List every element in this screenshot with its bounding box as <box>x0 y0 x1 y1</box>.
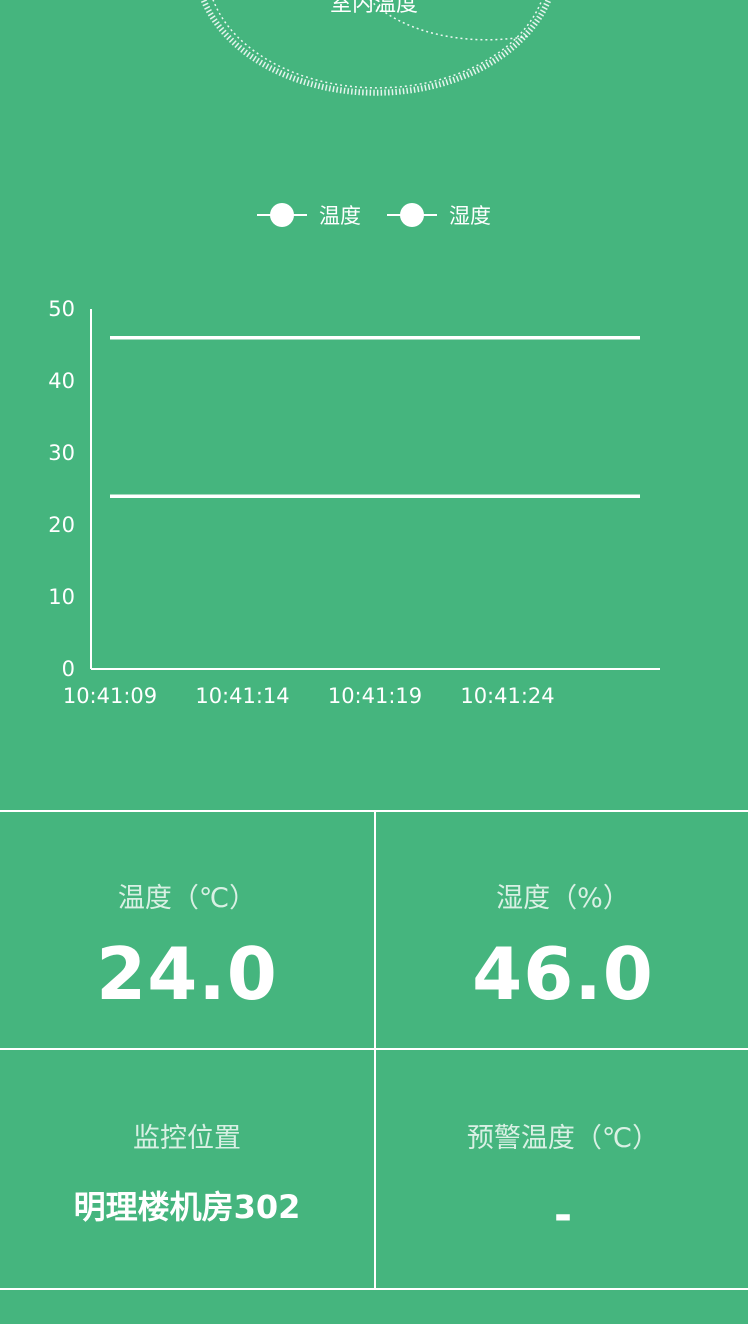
location-label: 监控位置 <box>133 1123 241 1154</box>
warning-temperature-label: 预警温度（℃） <box>466 1123 660 1154</box>
y-tick-label: 10 <box>48 585 75 609</box>
y-tick-label: 20 <box>48 513 75 537</box>
warning-panel: 预警温度（℃） - <box>376 1050 748 1288</box>
stats-grid: 温度（℃） 24.0 湿度（%） 46.0 监控位置 明理楼机房302 预警温度… <box>0 810 748 1290</box>
x-tick-label: 10:41:09 <box>63 684 157 708</box>
humidity-panel: 湿度（%） 46.0 <box>376 810 748 1048</box>
legend-label: 温度 <box>319 204 361 228</box>
monitor-page: 室内温度 温度 湿度 0 10 20 30 40 50 10:41:09 10:41:14 10… <box>0 0 748 1324</box>
y-tick-label: 50 <box>48 297 75 321</box>
warning-temperature-value: - <box>553 1190 573 1241</box>
line-chart: 0 10 20 30 40 50 10:41:09 10:41:14 10:41:19 10:41… <box>48 297 660 708</box>
y-tick-label: 30 <box>48 441 75 465</box>
humidity-label: 湿度（%） <box>496 883 630 914</box>
x-tick-label: 10:41:19 <box>328 684 422 708</box>
legend-item-temperature[interactable]: 温度 <box>257 200 361 230</box>
legend-item-humidity[interactable]: 湿度 <box>387 200 491 230</box>
legend-marker-icon <box>257 203 307 227</box>
legend-label: 湿度 <box>449 204 491 228</box>
y-tick-label: 0 <box>62 657 75 681</box>
chart-legend: 温度 湿度 <box>0 200 748 230</box>
gauge-ring-icon <box>200 0 552 96</box>
legend-marker-icon <box>387 203 437 227</box>
y-tick-label: 40 <box>48 369 75 393</box>
temperature-value: 24.0 <box>96 932 278 1016</box>
temperature-gauge: 室内温度 <box>0 0 748 130</box>
location-value: 明理楼机房302 <box>73 1188 301 1226</box>
temperature-panel: 温度（℃） 24.0 <box>0 810 374 1048</box>
x-tick-label: 10:41:24 <box>460 684 554 708</box>
temperature-label: 温度（℃） <box>117 883 257 914</box>
x-tick-label: 10:41:14 <box>195 684 289 708</box>
humidity-value: 46.0 <box>472 932 654 1016</box>
gauge-label: 室内温度 <box>329 0 418 17</box>
location-panel: 监控位置 明理楼机房302 <box>0 1050 374 1288</box>
